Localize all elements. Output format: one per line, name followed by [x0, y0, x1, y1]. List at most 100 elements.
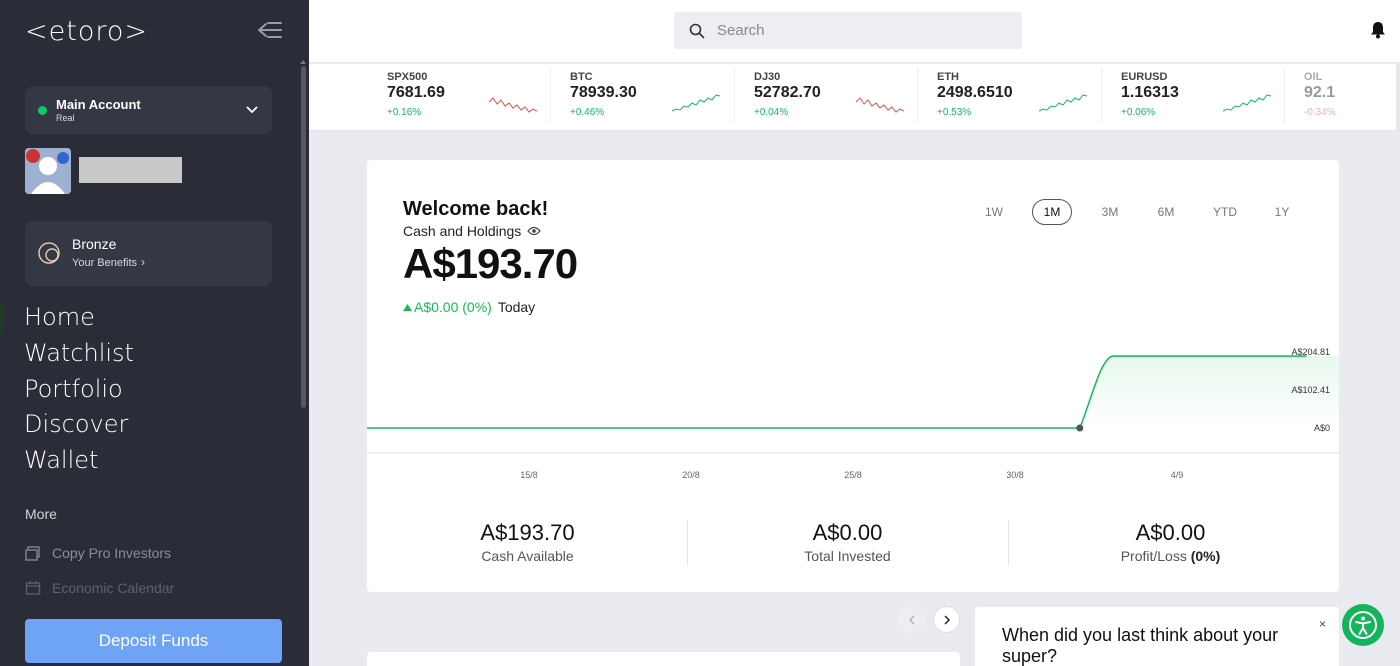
carousel-next-button[interactable]	[933, 606, 960, 633]
ticker-change: +0.46%	[570, 107, 605, 118]
more-section-label: More	[25, 506, 57, 522]
nav-watchlist[interactable]: Watchlist	[24, 339, 134, 367]
nav-economic-calendar[interactable]: Economic Calendar	[25, 580, 174, 596]
stat-cash-available-label: Cash Available	[481, 548, 574, 564]
stat-profit-loss-value: A$0.00	[1135, 520, 1206, 545]
ticker-sparkline	[489, 97, 537, 113]
scroll-up-arrow[interactable]	[300, 60, 306, 64]
ticker-sparkline	[1039, 94, 1087, 112]
period-ytd[interactable]: YTD	[1208, 199, 1242, 225]
club-tier-name: Bronze	[72, 236, 117, 252]
ticker-symbol: BTC	[570, 71, 593, 83]
economic-calendar-label: Economic Calendar	[52, 580, 175, 596]
ticker-change: +0.16%	[387, 107, 422, 118]
nav-portfolio[interactable]: Portfolio	[24, 375, 123, 403]
chart-x-tick-label: 30/8	[1006, 470, 1024, 480]
period-1y[interactable]: 1Y	[1267, 199, 1297, 225]
promo-close-button[interactable]: ×	[1319, 617, 1326, 631]
notifications-bell-icon[interactable]	[1370, 21, 1386, 39]
club-tier-icon	[38, 242, 60, 264]
cash-holdings-label: Cash and Holdings	[403, 223, 542, 239]
ticker-scrollbar[interactable]	[1396, 64, 1400, 130]
copy-investors-icon	[25, 546, 40, 561]
ticker-item-btc[interactable]: BTC 78939.30 +0.46%	[570, 64, 753, 130]
portfolio-overview-card: Welcome back! Cash and Holdings A$193.70…	[367, 160, 1339, 592]
club-benefits-card[interactable]: Bronze Your Benefits ›	[25, 221, 272, 286]
ticker-item-spx500[interactable]: SPX500 7681.69 +0.16%	[387, 64, 570, 130]
account-name: Main Account	[56, 97, 141, 112]
account-type: Real	[56, 113, 75, 123]
chart-x-tick-label: 4/9	[1171, 470, 1184, 480]
daily-change-value-wrap: A$0.00 (0%)	[403, 299, 492, 315]
etoro-logo[interactable]: <etoro>	[25, 16, 148, 47]
market-ticker: SPX500 7681.69 +0.16% BTC 78939.30 +0.46% DJ30…	[309, 64, 1400, 131]
ticker-price: 1.16313	[1121, 84, 1179, 101]
ticker-item-eurusd[interactable]: EURUSD 1.16313 +0.06%	[1121, 64, 1304, 130]
accessibility-icon	[1349, 611, 1377, 639]
ticker-sparkline	[1223, 94, 1271, 112]
period-1w[interactable]: 1W	[979, 199, 1009, 225]
chart-x-tick-label: 15/8	[520, 470, 538, 480]
ticker-change: +0.06%	[1121, 107, 1156, 118]
sidebar: <etoro> Main Account Real Bronze Your Be…	[0, 0, 309, 666]
nav-copy-pro-investors[interactable]: Copy Pro Investors	[25, 545, 171, 561]
account-switcher[interactable]: Main Account Real	[25, 86, 272, 134]
chevron-right-icon	[943, 614, 950, 625]
ticker-item-dj30[interactable]: DJ30 52782.70 +0.04%	[754, 64, 937, 130]
stat-total-invested-value: A$0.00	[812, 520, 883, 545]
deposit-funds-button[interactable]: Deposit Funds	[25, 619, 282, 663]
account-status-dot	[38, 106, 47, 115]
chevron-down-icon	[246, 106, 258, 114]
ticker-item-oil[interactable]: OIL 92.1 -0.34%	[1304, 64, 1400, 130]
ticker-price: 78939.30	[570, 84, 637, 101]
chart-y-tick-label: A$204.81	[1291, 347, 1330, 357]
benefits-link[interactable]: Your Benefits ›	[72, 255, 145, 269]
ticker-sparkline	[672, 94, 720, 112]
period-1m[interactable]: 1M	[1032, 199, 1072, 225]
search-input[interactable]	[717, 22, 997, 39]
ticker-change: +0.04%	[754, 107, 789, 118]
chevron-left-icon	[908, 614, 915, 625]
daily-change-label: Today	[497, 299, 536, 315]
portfolio-stats: A$193.70 Cash Available A$0.00 Total Inv…	[367, 512, 1339, 572]
stat-profit-loss-label-wrap: Profit/Loss (0%)	[1010, 548, 1331, 564]
stat-cash-available-value: A$193.70	[480, 520, 575, 545]
sidebar-scrollbar[interactable]	[301, 66, 306, 408]
accessibility-button[interactable]	[1342, 604, 1384, 646]
triangle-up-icon	[403, 303, 412, 311]
collapse-sidebar-icon[interactable]	[257, 19, 283, 41]
ticker-symbol: EURUSD	[1121, 71, 1168, 83]
ticker-price: 92.1	[1304, 84, 1336, 101]
nav-home[interactable]: Home	[24, 303, 95, 331]
eye-icon[interactable]	[527, 226, 542, 236]
chart-y-tick-label: A$102.41	[1291, 385, 1330, 395]
daily-change-value: A$0.00 (0%)	[414, 299, 492, 315]
daily-change: A$0.00 (0%) Today	[403, 299, 535, 315]
period-6m[interactable]: 6M	[1151, 199, 1181, 225]
period-3m[interactable]: 3M	[1095, 199, 1125, 225]
ticker-change: +0.53%	[937, 107, 972, 118]
ticker-divider	[1101, 68, 1102, 123]
stat-divider	[1008, 520, 1009, 566]
ticker-sparkline	[856, 97, 904, 113]
chart-x-tick-label: 25/8	[844, 470, 862, 480]
total-balance: A$193.70	[403, 240, 578, 287]
avatar[interactable]	[25, 148, 71, 194]
chart-marker-point[interactable]	[1076, 424, 1084, 432]
stat-cash-available: A$193.70 Cash Available	[367, 520, 688, 564]
portfolio-value-chart[interactable]: A$204.81 A$102.41 A$0 15/8 20/8 25/8 30/8 4/9	[367, 340, 1339, 490]
nav-wallet[interactable]: Wallet	[24, 446, 98, 474]
top-bar	[309, 0, 1400, 63]
benefits-link-label: Your Benefits	[72, 257, 138, 269]
ticker-price: 2498.6510	[937, 84, 1013, 101]
search-box[interactable]	[674, 12, 1022, 49]
ticker-symbol: SPX500	[387, 71, 428, 83]
nav-discover[interactable]: Discover	[24, 410, 128, 438]
carousel-prev-button[interactable]	[898, 606, 925, 633]
promo-card[interactable]: When did you last think about your super…	[975, 607, 1339, 666]
stat-profit-loss: A$0.00 Profit/Loss (0%)	[1010, 520, 1331, 564]
ticker-divider	[917, 68, 918, 123]
ticker-symbol: DJ30	[754, 71, 781, 83]
welcome-heading: Welcome back!	[403, 198, 549, 220]
ticker-item-eth[interactable]: ETH 2498.6510 +0.53%	[937, 64, 1120, 130]
